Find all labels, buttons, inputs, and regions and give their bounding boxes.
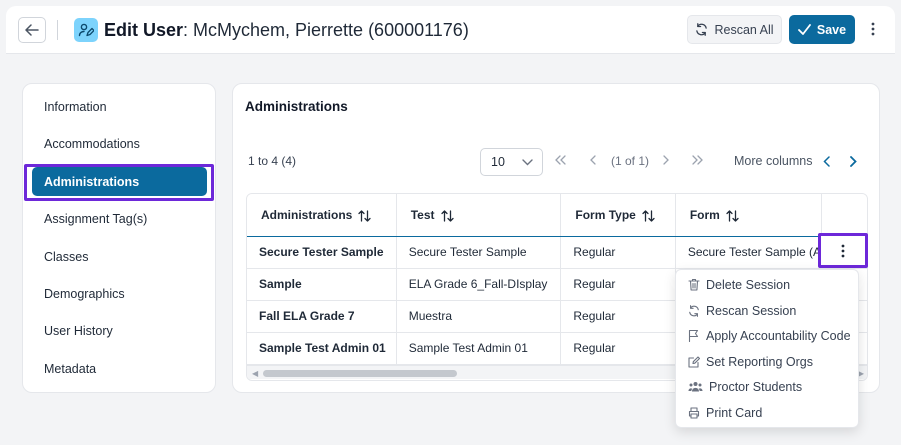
more-columns-label: More columns <box>734 154 813 168</box>
cell-form: Secure Tester Sample (A <box>675 236 823 269</box>
menu-item-label: Print Card <box>706 405 763 420</box>
panel-title: Administrations <box>245 99 348 114</box>
sidebar-item-accommodations[interactable]: Accommodations <box>23 128 217 160</box>
sort-icon <box>440 209 454 222</box>
cell-test: Sample Test Admin 01 <box>396 332 562 365</box>
menu-item-delete-session[interactable]: Delete Session <box>676 272 860 297</box>
menu-item-label: Apply Accountability Code <box>706 328 851 343</box>
cell-administration: Secure Tester Sample <box>247 236 397 269</box>
columns-prev-icon[interactable] <box>820 154 832 168</box>
printer-icon <box>688 406 700 419</box>
column-header-label: Form <box>689 207 720 222</box>
table-row[interactable]: Secure Tester Sample Secure Tester Sampl… <box>247 236 867 269</box>
users-icon <box>688 382 703 392</box>
next-page-icon[interactable] <box>663 154 669 168</box>
sidebar-focus-highlight <box>24 164 214 201</box>
prev-page-icon[interactable] <box>590 154 596 168</box>
sort-icon <box>642 209 655 222</box>
record-range: 1 to 4 (4) <box>248 154 297 168</box>
refresh-icon <box>696 23 708 36</box>
arrow-left-icon <box>25 24 39 36</box>
column-header-actions <box>821 194 867 237</box>
user-edit-icon <box>74 18 98 42</box>
back-button[interactable] <box>18 17 46 43</box>
cell-form-type: Regular <box>560 332 676 365</box>
check-icon <box>797 24 811 35</box>
cell-administration: Sample <box>247 268 397 301</box>
last-page-icon[interactable] <box>692 154 703 168</box>
sidebar-item-information[interactable]: Information <box>23 91 217 123</box>
header-more-icon[interactable] <box>866 18 880 40</box>
table-header-row: Administrations Test Form Type Form <box>247 194 867 237</box>
sort-icon <box>358 209 371 222</box>
row-context-menu: Delete Session Rescan Session Apply Acco… <box>675 269 859 428</box>
sort-icon <box>726 209 739 222</box>
rescan-all-button[interactable]: Rescan All <box>687 15 782 44</box>
cell-form-type: Regular <box>560 236 676 269</box>
scrollbar-thumb[interactable] <box>263 370 457 377</box>
menu-item-print-card[interactable]: Print Card <box>676 400 860 425</box>
menu-item-label: Rescan Session <box>706 303 797 318</box>
header-divider <box>57 20 58 40</box>
rescan-all-label: Rescan All <box>714 22 774 37</box>
cell-test: ELA Grade 6_Fall-DIsplay <box>396 268 562 301</box>
column-header-form-type[interactable]: Form Type <box>560 194 676 237</box>
first-page-icon[interactable] <box>555 154 566 168</box>
columns-next-icon[interactable] <box>847 154 859 168</box>
column-header-form[interactable]: Form <box>675 194 823 237</box>
sidebar: Information Accommodations Administratio… <box>22 83 216 393</box>
cell-test: Muestra <box>396 300 562 333</box>
refresh-icon <box>689 304 699 317</box>
page-title-bold: Edit User <box>104 20 184 40</box>
sidebar-item-assignment-tags[interactable]: Assignment Tag(s) <box>23 203 217 235</box>
save-button[interactable]: Save <box>789 15 855 44</box>
page-header: Edit User: McMychem, Pierrette (60000117… <box>6 6 895 54</box>
menu-item-set-reporting-orgs[interactable]: Set Reporting Orgs <box>676 349 860 374</box>
save-label: Save <box>816 22 847 37</box>
menu-item-apply-accountability-code[interactable]: Apply Accountability Code <box>676 323 860 348</box>
column-header-administrations[interactable]: Administrations <box>247 194 397 237</box>
page-size-select[interactable]: 10 <box>480 148 543 176</box>
cell-administration: Fall ELA Grade 7 <box>247 300 397 333</box>
page-size-value: 10 <box>491 155 505 169</box>
column-header-label: Form Type <box>575 207 636 222</box>
menu-item-label: Set Reporting Orgs <box>706 354 813 369</box>
row-actions-focus-highlight <box>818 233 868 268</box>
menu-item-proctor-students[interactable]: Proctor Students <box>676 374 860 399</box>
cell-test: Secure Tester Sample <box>396 236 562 269</box>
menu-item-label: Delete Session <box>706 277 791 292</box>
column-header-test[interactable]: Test <box>396 194 562 237</box>
cell-form-type: Regular <box>560 300 676 333</box>
menu-item-rescan-session[interactable]: Rescan Session <box>676 298 860 323</box>
trash-icon <box>688 278 700 291</box>
cell-administration: Sample Test Admin 01 <box>247 332 397 365</box>
page-info: (1 of 1) <box>611 154 650 168</box>
cell-form-type: Regular <box>560 268 676 301</box>
sidebar-item-demographics[interactable]: Demographics <box>23 278 217 310</box>
chevron-down-icon <box>522 158 533 165</box>
flag-icon <box>688 329 699 342</box>
page-title-user: : McMychem, Pierrette (600001176) <box>183 20 469 40</box>
edit-icon <box>688 355 700 368</box>
column-header-label: Test <box>410 207 435 222</box>
page-title: Edit User: McMychem, Pierrette (60000117… <box>104 18 469 42</box>
sidebar-item-metadata[interactable]: Metadata <box>23 353 217 385</box>
column-header-label: Administrations <box>261 207 353 222</box>
menu-item-label: Proctor Students <box>709 379 803 394</box>
scroll-left-icon[interactable]: ◀ <box>252 369 258 378</box>
sidebar-item-user-history[interactable]: User History <box>23 315 217 347</box>
sidebar-item-classes[interactable]: Classes <box>23 241 217 273</box>
